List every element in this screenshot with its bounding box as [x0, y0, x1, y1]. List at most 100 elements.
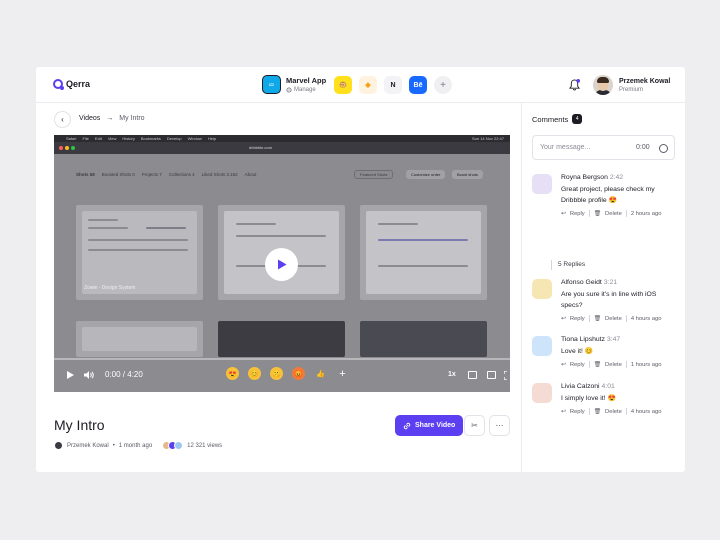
user-plan: Premium: [619, 86, 644, 93]
trash-icon: 🗑: [593, 408, 602, 415]
speed-button[interactable]: 1x: [448, 371, 456, 378]
more-button[interactable]: ⋯: [489, 415, 510, 436]
picture-in-picture-icon[interactable]: [487, 371, 496, 379]
comment-author: Livia Calzoni: [561, 383, 600, 390]
featured-shots-select: Featured Shots: [354, 170, 394, 179]
delete-button[interactable]: Delete: [605, 409, 622, 415]
separator: [588, 408, 590, 415]
add-integration-button[interactable]: +: [434, 76, 452, 94]
menubar-time: Sun 14 Nov 22:47: [471, 136, 504, 141]
browser-bar: dribbble.com: [54, 142, 510, 154]
back-button[interactable]: ‹: [54, 111, 71, 128]
behance-icon[interactable]: Bē: [409, 76, 427, 94]
trash-icon: 🗑: [593, 210, 602, 217]
shot-card: [360, 205, 487, 300]
captions-icon[interactable]: [468, 371, 477, 379]
comment-age: 2 hours ago: [630, 210, 662, 217]
dribbble-tab: About: [244, 172, 257, 177]
separator: [625, 361, 627, 368]
separator: [625, 408, 627, 415]
message-timer: 0:00: [636, 144, 650, 151]
zoom-dot: [71, 146, 75, 150]
video-progress-bar[interactable]: [54, 358, 510, 360]
replies-toggle[interactable]: 5 Replies: [551, 260, 585, 270]
share-video-button[interactable]: Share Video: [395, 415, 464, 436]
author-name[interactable]: Przemek Kowal: [67, 443, 109, 449]
shushing-emoji-icon[interactable]: 🤫: [270, 367, 283, 380]
user-menu[interactable]: Przemek Kowal Premium: [593, 75, 670, 95]
viewer-avatars: [162, 441, 184, 450]
mailchimp-icon[interactable]: 🐵: [334, 76, 352, 94]
reply-button[interactable]: Reply: [570, 409, 585, 415]
integrations: 🐵 ◆ N Bē +: [334, 76, 452, 94]
app-switcher[interactable]: ▭ Marvel App Manage: [262, 75, 326, 94]
menubar-item: Edit: [94, 136, 102, 141]
shot-card-title: Zowie - Design System: [84, 285, 136, 291]
breadcrumb-videos[interactable]: Videos: [79, 115, 100, 122]
comments-heading: Comments: [532, 114, 569, 124]
chevron-left-icon: ‹: [61, 115, 64, 124]
message-placeholder: Your message...: [540, 144, 591, 151]
view-count: 12 321 views: [187, 442, 223, 449]
cut-button[interactable]: ✂: [464, 415, 485, 436]
comments-count-badge: 4: [572, 114, 583, 124]
sketch-icon[interactable]: ◆: [359, 76, 377, 94]
comments-header: Comments 4: [532, 114, 583, 124]
play-icon: [277, 259, 286, 270]
comment-timestamp[interactable]: 4:01: [602, 383, 615, 390]
link-icon: [403, 422, 411, 429]
notification-bell-icon[interactable]: [569, 79, 580, 91]
logo[interactable]: Qerra: [53, 79, 91, 90]
comment-text: Love it! 😊: [561, 348, 594, 355]
delete-button[interactable]: Delete: [605, 362, 622, 368]
smile-emoji-icon[interactable]: 😊: [248, 367, 261, 380]
reply-button[interactable]: Reply: [570, 362, 585, 368]
record-icon[interactable]: [659, 144, 668, 153]
app-name: Marvel App: [286, 76, 327, 85]
breadcrumb: Videos → My Intro: [79, 115, 145, 122]
manage-link[interactable]: Manage: [286, 87, 326, 93]
add-reaction-button[interactable]: +: [336, 367, 349, 380]
play-small-icon[interactable]: [67, 371, 74, 379]
shot-card: [76, 321, 203, 357]
minimize-dot: [65, 146, 69, 150]
close-dot: [59, 146, 63, 150]
delete-button[interactable]: Delete: [605, 316, 622, 322]
comment-avatar: [532, 383, 552, 403]
reply-button[interactable]: Reply: [570, 211, 585, 217]
posted-time: 1 month ago: [118, 442, 153, 449]
logo-text: Qerra: [66, 79, 91, 89]
separator: [588, 315, 590, 322]
comment-text: Are you sure it's in line with iOS specs…: [561, 291, 657, 309]
comment-timestamp[interactable]: 3:21: [604, 279, 617, 286]
heart-eyes-emoji-icon[interactable]: 😍: [226, 367, 239, 380]
current-time: 0:00: [105, 370, 121, 379]
video-title: My Intro: [54, 417, 105, 433]
author-avatar: [54, 441, 63, 450]
manage-label: Manage: [294, 87, 316, 93]
time-display: 0:00 / 4:20: [105, 370, 143, 379]
delete-button[interactable]: Delete: [605, 211, 622, 217]
viewer-avatar: [174, 441, 184, 450]
play-button[interactable]: [265, 248, 298, 281]
reaction-bar: 😍 😊 🤫 😡 👍 +: [226, 367, 349, 380]
fullscreen-icon[interactable]: [504, 371, 510, 380]
angry-emoji-icon[interactable]: 😡: [292, 367, 305, 380]
comment-text: I simply love it! 😍: [561, 395, 616, 402]
comment-timestamp[interactable]: 3:47: [607, 336, 620, 343]
menubar-item: File: [82, 136, 89, 141]
message-input[interactable]: Your message... 0:00: [532, 135, 675, 160]
menubar-item: Window: [187, 136, 202, 141]
browser-url: dribbble.com: [249, 145, 272, 150]
app-window: Qerra ▭ Marvel App Manage 🐵 ◆ N Bē + Prz…: [36, 67, 685, 472]
reply-button[interactable]: Reply: [570, 316, 585, 322]
notion-icon[interactable]: N: [384, 76, 402, 94]
trash-icon: 🗑: [593, 315, 602, 322]
more-dots-icon: ⋯: [495, 421, 504, 430]
thumbs-up-emoji-icon[interactable]: 👍: [314, 367, 327, 380]
video-player[interactable]: Safari File Edit View History Bookmarks …: [54, 135, 510, 392]
volume-icon[interactable]: [84, 371, 94, 379]
comment-timestamp[interactable]: 2:42: [610, 174, 623, 181]
dribbble-tab: Boosted Shots 0: [101, 172, 135, 177]
comment-age: 4 hours ago: [630, 315, 662, 322]
